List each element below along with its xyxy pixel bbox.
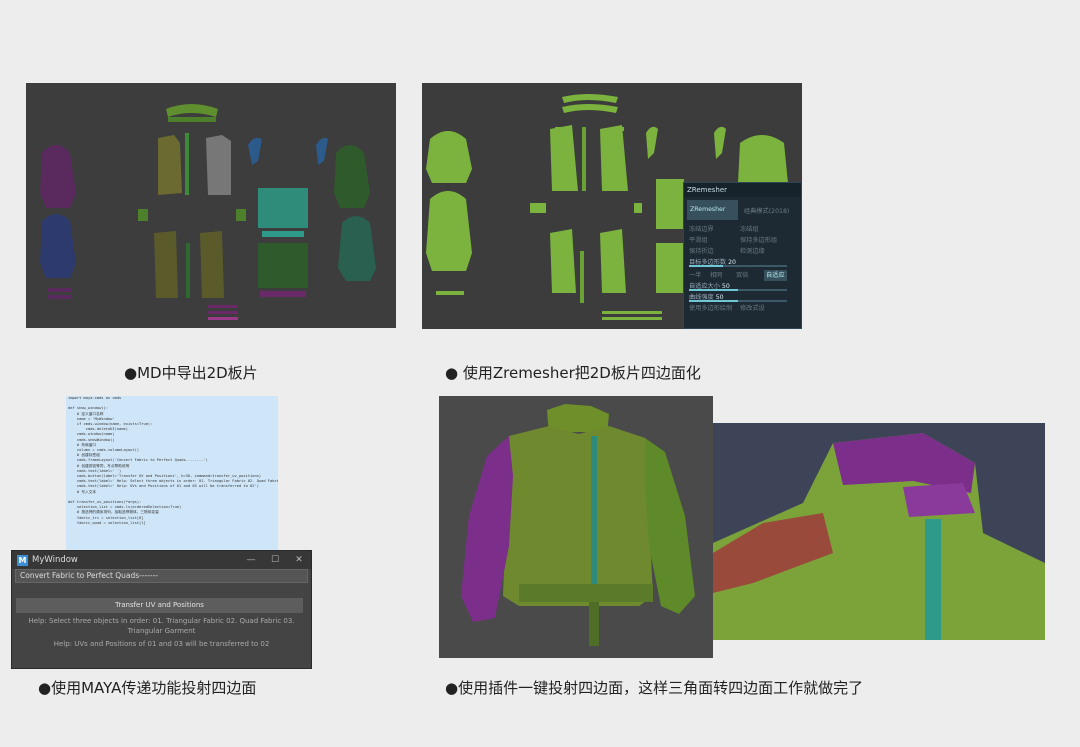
adaptive-slider-track: [689, 289, 787, 291]
jacket-render-illustration: [461, 404, 695, 646]
keep-creases-option[interactable]: 保持折边: [689, 248, 714, 255]
target-slider-fill: [689, 265, 724, 267]
zremesher-panel: ZRemesher ZRemesher 经典模式(2018) 冻结边界 冻结组 …: [683, 182, 802, 329]
caption-zremesher: ● 使用Zremesher把2D板片四边面化: [445, 364, 701, 382]
freeze-borders-option[interactable]: 冻结边界: [689, 226, 714, 233]
freeze-groups-option[interactable]: 冻结组: [740, 224, 759, 235]
caption-md-export: ●MD中导出2D板片: [124, 364, 258, 382]
code-line: cmds.text(label=' Help: UVs and Position…: [68, 484, 259, 489]
zremesher-title: ZRemesher: [684, 183, 801, 197]
target-polygons-slider[interactable]: 目标多边形数 20: [684, 257, 801, 268]
curve-slider-fill: [689, 300, 738, 302]
jacket-render-panel: [439, 396, 713, 658]
same-button[interactable]: 相同: [710, 270, 722, 281]
curve-strength-slider[interactable]: 曲线强度 50: [684, 292, 801, 303]
double-button[interactable]: 双倍: [736, 270, 748, 281]
adapt-button[interactable]: 自适应: [764, 270, 787, 281]
target-slider-track: [689, 265, 787, 267]
code-line: fabric_quad = selection_list[1]: [68, 520, 146, 525]
maximize-icon[interactable]: ☐: [263, 555, 287, 565]
md-pattern-illustration: [40, 104, 376, 320]
keep-groups-option[interactable]: 保持多边形组: [740, 235, 777, 246]
maya-mywindow: M MyWindow — ☐ ✕ Convert Fabric to Perfe…: [11, 550, 312, 669]
adaptive-size-slider[interactable]: 自适应大小 50: [684, 281, 801, 292]
help-text-2: Help: UVs and Positions of 01 and 03 wil…: [53, 640, 270, 648]
maya-app-icon: M: [17, 554, 28, 566]
caption-maya-transfer: ●使用MAYA传递功能投射四边面: [38, 679, 257, 697]
zremesher-tab[interactable]: ZRemesher: [687, 200, 738, 220]
maya-window-title: MyWindow: [32, 555, 78, 565]
minimize-icon[interactable]: —: [239, 555, 263, 565]
close-icon[interactable]: ✕: [287, 555, 311, 565]
md-pattern-panel: [26, 83, 396, 328]
help-text-1: Help: Select three objects in order: 01.…: [28, 617, 295, 635]
frame-layout-header[interactable]: Convert Fabric to Perfect Quads-------: [15, 569, 308, 583]
adaptive-slider-fill: [689, 289, 738, 291]
legacy-tab[interactable]: 经典模式(2018): [744, 206, 789, 215]
use-polypaint-option[interactable]: 使用多边形绘制: [689, 305, 732, 312]
collar-closeup-illustration: [713, 433, 1045, 640]
modifier-option[interactable]: 修改式设: [740, 303, 765, 314]
half-button[interactable]: 一半: [689, 272, 701, 279]
detect-edges-option[interactable]: 检测边缘: [740, 246, 765, 257]
caption-plugin-projection: ●使用插件一键投射四边面，这样三角面转四边面工作就做完了: [445, 679, 864, 697]
maya-titlebar: M MyWindow — ☐ ✕: [12, 551, 311, 569]
curve-slider-track: [689, 300, 787, 302]
transfer-uv-button[interactable]: Transfer UV and Positions: [16, 598, 303, 613]
collar-closeup-panel: [713, 423, 1045, 640]
maya-script-listing: import maya.cmds as cmds def show_window…: [66, 396, 278, 556]
smooth-groups-option[interactable]: 平滑组: [689, 237, 708, 244]
